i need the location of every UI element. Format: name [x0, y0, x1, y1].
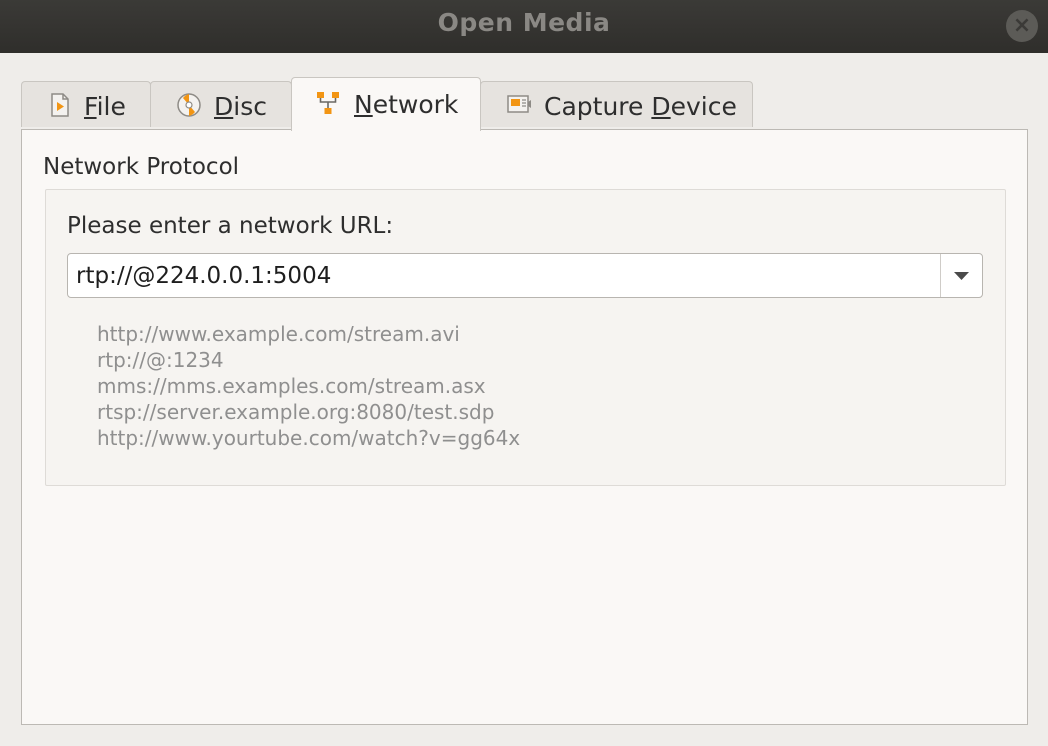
network-protocol-group: Please enter a network URL: http://www.e…	[45, 189, 1006, 486]
url-example: rtp://@:1234	[97, 348, 224, 372]
tab-file[interactable]: File	[21, 81, 151, 127]
chevron-down-icon	[954, 272, 969, 280]
tab-capture-device[interactable]: Capture Device	[480, 81, 753, 127]
network-url-label: Please enter a network URL:	[67, 213, 394, 239]
tab-network-label: Network	[354, 90, 459, 119]
tab-file-label: File	[84, 92, 126, 121]
network-panel: Network Protocol Please enter a network …	[21, 129, 1028, 725]
close-button[interactable]: ×	[1006, 10, 1038, 42]
capture-device-icon	[507, 95, 531, 113]
network-url-combobox[interactable]	[67, 253, 983, 298]
disc-icon	[177, 93, 201, 117]
network-protocol-heading: Network Protocol	[43, 154, 240, 180]
url-history-dropdown-button[interactable]	[941, 254, 982, 297]
tab-disc[interactable]: Disc	[150, 81, 292, 127]
url-example: http://www.example.com/stream.avi	[97, 322, 460, 346]
window-title: Open Media	[437, 8, 611, 37]
url-example: http://www.yourtube.com/watch?v=gg64x	[97, 426, 521, 450]
close-icon: ×	[1012, 13, 1032, 38]
tab-network[interactable]: Network	[291, 77, 481, 131]
network-icon	[317, 92, 339, 114]
url-examples: http://www.example.com/stream.avi rtp://…	[97, 321, 520, 451]
tab-capture-device-label: Capture Device	[544, 92, 737, 121]
titlebar[interactable]: Open Media ×	[0, 0, 1048, 53]
url-example: rtsp://server.example.org:8080/test.sdp	[97, 400, 495, 424]
open-media-dialog: Open Media × File Disc Network Capture D…	[0, 0, 1048, 746]
tab-disc-label: Disc	[214, 92, 267, 121]
file-play-icon	[51, 93, 69, 117]
network-url-input[interactable]	[68, 254, 940, 297]
url-example: mms://mms.examples.com/stream.asx	[97, 374, 486, 398]
